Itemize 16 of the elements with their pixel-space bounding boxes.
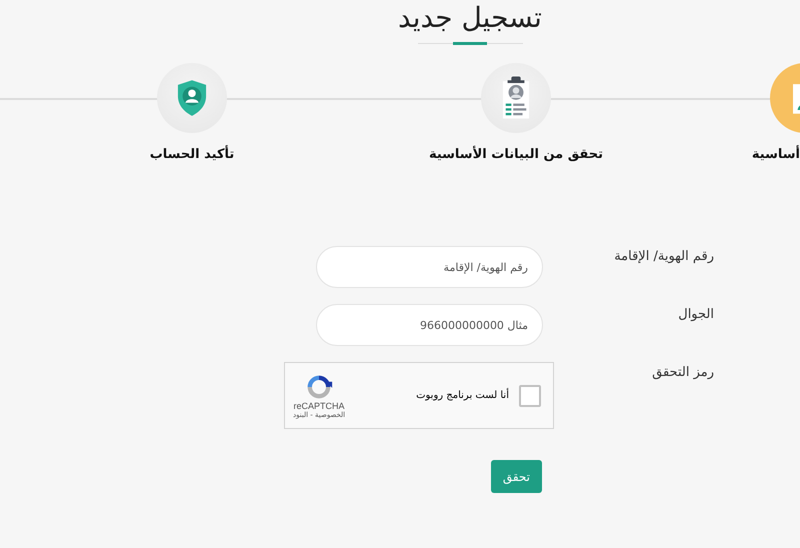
refresh-arrows-icon	[305, 372, 334, 400]
step-label: تحقق من البيانات الأساسية	[428, 147, 604, 162]
page-title: تسجيل جديد	[398, 0, 542, 36]
input-field[interactable]: رقم الهوية/ الإقامة	[316, 246, 543, 288]
checkbox-label: أنا لست برنامج روبوت	[416, 390, 509, 401]
captcha-brand: reCAPTCHA	[294, 400, 345, 410]
verify-button[interactable]: تحقق	[490, 460, 542, 493]
field-label: رمز التحقق	[651, 364, 714, 380]
step-label: أساسية	[752, 147, 800, 162]
input-field[interactable]: مثال 966000000000	[316, 304, 543, 346]
field-label: الجوال	[677, 306, 714, 322]
shield-user-icon	[177, 79, 207, 117]
checkbox[interactable]	[519, 384, 541, 406]
step-label: تأكيد الحساب	[150, 147, 234, 162]
field-label: رقم الهوية/ الإقامة	[613, 248, 714, 264]
id-card-icon	[502, 76, 530, 120]
